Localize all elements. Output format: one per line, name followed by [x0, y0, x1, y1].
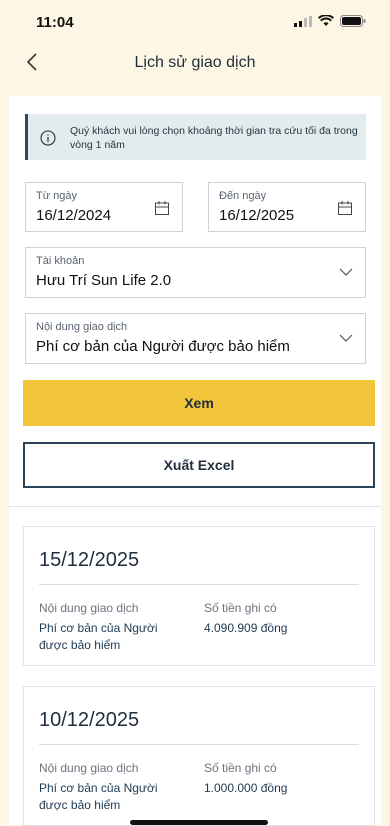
- transaction-date: 15/12/2025: [39, 549, 140, 571]
- card-separator: [39, 744, 359, 745]
- view-button[interactable]: Xem: [23, 380, 375, 426]
- transaction-amount: 1.000.000 đồng: [204, 781, 288, 795]
- amount-heading: Số tiền ghi có: [204, 761, 277, 775]
- transaction-content-select[interactable]: Nội dung giao dịch Phí cơ bản của Người …: [25, 313, 366, 364]
- transaction-card[interactable]: 15/12/2025 Nội dung giao dịch Số tiền gh…: [23, 526, 375, 666]
- notice-text: Quý khách vui lòng chọn khoảng thời gian…: [70, 125, 358, 151]
- cellular-signal-icon: [294, 15, 312, 27]
- account-select[interactable]: Tài khoản Hưu Trí Sun Life 2.0: [25, 247, 366, 298]
- divider: [9, 506, 381, 507]
- amount-heading: Số tiền ghi có: [204, 601, 277, 615]
- from-date-field[interactable]: Từ ngày 16/12/2024: [25, 182, 183, 232]
- content-heading: Nội dung giao dịch: [39, 761, 139, 775]
- transaction-date: 10/12/2025: [39, 709, 140, 731]
- to-date-label: Đến ngày: [219, 190, 267, 202]
- transaction-card[interactable]: 10/12/2025 Nội dung giao dịch Số tiền gh…: [23, 686, 375, 826]
- status-time: 11:04: [36, 14, 74, 31]
- content-heading: Nội dung giao dịch: [39, 601, 139, 615]
- nav-bar: Lịch sử giao dịch: [0, 44, 390, 84]
- info-icon: [40, 130, 56, 146]
- calendar-icon: [155, 201, 169, 215]
- chevron-down-icon: [339, 334, 353, 342]
- transaction-content-label: Nội dung giao dịch: [36, 321, 128, 333]
- wifi-icon: [318, 15, 334, 26]
- home-indicator: [130, 820, 268, 825]
- content-sheet: Quý khách vui lòng chọn khoảng thời gian…: [9, 96, 381, 826]
- battery-icon: [340, 15, 366, 27]
- account-label: Tài khoản: [36, 255, 85, 267]
- from-date-value: 16/12/2024: [36, 207, 112, 224]
- calendar-icon: [338, 201, 352, 215]
- page-title: Lịch sử giao dịch: [134, 54, 256, 71]
- info-notice: Quý khách vui lòng chọn khoảng thời gian…: [25, 114, 366, 160]
- status-bar: 11:04: [0, 0, 390, 40]
- to-date-field[interactable]: Đến ngày 16/12/2025: [208, 182, 366, 232]
- status-icons: [294, 15, 366, 27]
- transaction-amount: 4.090.909 đồng: [204, 621, 288, 635]
- transaction-content-value: Phí cơ bản của Người được bảo hiểm: [36, 338, 290, 355]
- to-date-value: 16/12/2025: [219, 207, 295, 224]
- account-value: Hưu Trí Sun Life 2.0: [36, 272, 172, 289]
- export-excel-button[interactable]: Xuất Excel: [23, 442, 375, 488]
- transaction-content: Phí cơ bản của Người được bảo hiểm: [39, 621, 158, 652]
- card-separator: [39, 584, 359, 585]
- from-date-label: Từ ngày: [36, 190, 77, 202]
- transaction-content: Phí cơ bản của Người được bảo hiểm: [39, 781, 158, 812]
- chevron-down-icon: [339, 268, 353, 276]
